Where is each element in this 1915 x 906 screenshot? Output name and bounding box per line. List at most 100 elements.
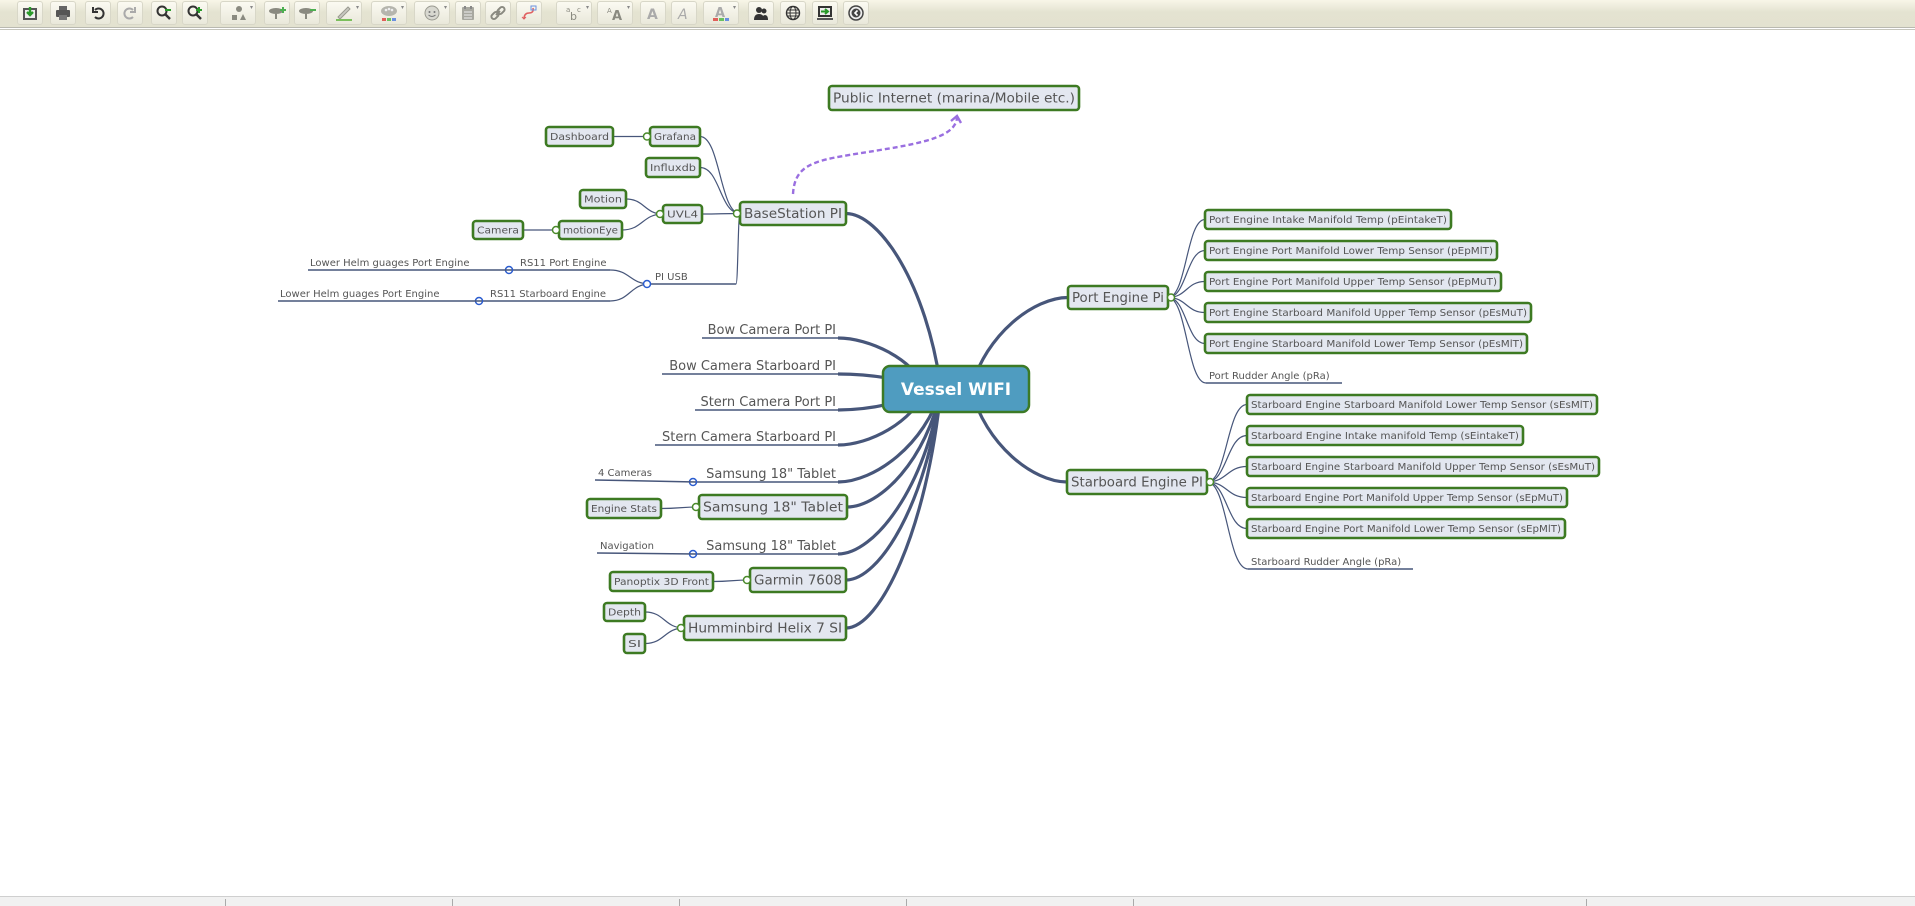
redo-button[interactable] bbox=[117, 1, 143, 25]
dropdown-arrow-icon[interactable]: ▾ bbox=[444, 4, 447, 11]
topic-si[interactable]: SI bbox=[622, 632, 647, 655]
mindmap-svg: Vessel WIFI BaseStation PI Public Internet… bbox=[278, 84, 1601, 655]
topic-bow-cam-port[interactable]: Bow Camera Port PI bbox=[702, 323, 838, 339]
print-button[interactable] bbox=[50, 1, 76, 25]
bold-button[interactable]: A bbox=[640, 1, 666, 25]
zoom-in-icon bbox=[187, 5, 203, 21]
topic-stern-cam-port[interactable]: Stern Camera Port PI bbox=[695, 395, 838, 411]
font-family-button[interactable]: a b c ▾ bbox=[556, 1, 592, 25]
topic-uvl4[interactable]: UVL4 bbox=[661, 203, 704, 225]
topic-pi-usb[interactable]: PI USB bbox=[650, 272, 736, 285]
history-button[interactable] bbox=[812, 1, 838, 25]
relationship-line[interactable] bbox=[791, 117, 959, 195]
icon-picker-button[interactable]: ▾ bbox=[414, 1, 450, 25]
collapse-handle-icon[interactable] bbox=[642, 132, 652, 141]
dropdown-arrow-icon[interactable]: ▾ bbox=[586, 4, 589, 11]
collapse-handle-icon[interactable] bbox=[1205, 477, 1215, 487]
topic-rs11-stbd[interactable]: RS11 Starboard Engine bbox=[482, 289, 610, 302]
topic-port-engine[interactable]: Port Engine Pi bbox=[1066, 284, 1170, 311]
delete-topic-button[interactable] bbox=[294, 1, 320, 25]
topic-grafana[interactable]: Grafana bbox=[648, 125, 702, 148]
collapse-handle-icon[interactable] bbox=[732, 209, 742, 218]
dropdown-arrow-icon[interactable]: ▾ bbox=[250, 4, 253, 11]
topic-se-intake[interactable]: Starboard Engine Intake manifold Temp (s… bbox=[1245, 424, 1525, 447]
undo-button[interactable] bbox=[85, 1, 111, 25]
topic-pe-smu[interactable]: Port Engine Starboard Manifold Upper Tem… bbox=[1203, 301, 1533, 324]
topic-se-smu[interactable]: Starboard Engine Starboard Manifold Uppe… bbox=[1245, 455, 1601, 478]
topic-engine-stats[interactable]: Engine Stats bbox=[585, 497, 663, 520]
smiley-icon bbox=[423, 5, 441, 21]
topic-tablet-1[interactable]: Samsung 18" Tablet bbox=[696, 467, 838, 483]
topic-pe-intake[interactable]: Port Engine Intake Manifold Temp (pEinta… bbox=[1203, 208, 1453, 231]
topic-navigation[interactable]: Navigation bbox=[596, 541, 697, 555]
font-size-button[interactable]: A A ▾ bbox=[597, 1, 633, 25]
back-button[interactable] bbox=[843, 1, 869, 25]
dropdown-arrow-icon[interactable]: ▾ bbox=[733, 4, 736, 11]
topic-se-pmu[interactable]: Starboard Engine Port Manifold Upper Tem… bbox=[1245, 486, 1569, 509]
topic-se-sml[interactable]: Starboard Engine Starboard Manifold Lowe… bbox=[1245, 393, 1599, 416]
topic-label: SI bbox=[628, 639, 641, 650]
topic-public-internet[interactable]: Public Internet (marina/Mobile etc.) bbox=[827, 84, 1081, 112]
topic-pe-rudder[interactable]: Port Rudder Angle (pRa) bbox=[1206, 371, 1342, 384]
topic-pe-pml[interactable]: Port Engine Port Manifold Lower Temp Sen… bbox=[1203, 239, 1499, 262]
central-topic[interactable]: Vessel WIFI bbox=[881, 364, 1031, 414]
publish-button[interactable] bbox=[780, 1, 806, 25]
topic-camera[interactable]: Camera bbox=[471, 219, 525, 241]
topic-label: BaseStation PI bbox=[744, 207, 842, 222]
collapse-handle-icon[interactable] bbox=[655, 209, 665, 219]
topic-rs11-port[interactable]: RS11 Port Engine bbox=[512, 258, 610, 271]
dropdown-arrow-icon[interactable]: ▾ bbox=[627, 4, 630, 11]
mindmap-canvas[interactable]: Vessel WIFI BaseStation PI Public Internet… bbox=[0, 30, 1915, 896]
topic-tablet-3[interactable]: Samsung 18" Tablet bbox=[696, 539, 838, 555]
topic-basestation[interactable]: BaseStation PI bbox=[738, 200, 848, 227]
topic-humminbird[interactable]: Humminbird Helix 7 SI bbox=[682, 614, 848, 642]
background-color-button[interactable]: ▾ bbox=[371, 1, 407, 25]
note-button[interactable] bbox=[455, 1, 481, 25]
topic-motion[interactable]: Motion bbox=[578, 188, 628, 210]
topic-influxdb[interactable]: Influxdb bbox=[644, 156, 702, 179]
topic-label: Port Engine Port Manifold Upper Temp Sen… bbox=[1209, 277, 1497, 288]
svg-text:A: A bbox=[677, 7, 688, 21]
topic-lower-helm-1[interactable]: Lower Helm guages Port Engine bbox=[308, 258, 512, 271]
topic-bow-cam-stbd[interactable]: Bow Camera Starboard PI bbox=[662, 359, 838, 375]
topic-tablet-2[interactable]: Samsung 18" Tablet bbox=[697, 493, 849, 521]
topic-pe-sml[interactable]: Port Engine Starboard Manifold Lower Tem… bbox=[1203, 332, 1529, 355]
topic-label: Port Engine Port Manifold Lower Temp Sen… bbox=[1209, 246, 1493, 257]
topic-garmin[interactable]: Garmin 7608 bbox=[748, 566, 848, 594]
collapse-handle-icon[interactable] bbox=[676, 623, 686, 633]
export-button[interactable] bbox=[17, 1, 43, 25]
topic-panoptix[interactable]: Panoptix 3D Front bbox=[608, 570, 715, 593]
topic-lower-helm-2[interactable]: Lower Helm guages Port Engine bbox=[278, 289, 482, 302]
dropdown-arrow-icon[interactable]: ▾ bbox=[401, 4, 404, 11]
topic-se-pml[interactable]: Starboard Engine Port Manifold Lower Tem… bbox=[1245, 517, 1567, 540]
border-color-button[interactable]: ▾ bbox=[326, 1, 362, 25]
topic-label: Starboard Engine PI bbox=[1071, 476, 1203, 491]
topic-stbd-engine[interactable]: Starboard Engine PI bbox=[1065, 468, 1209, 496]
collapse-handle-icon[interactable] bbox=[691, 502, 701, 512]
topic-se-rudder[interactable]: Starboard Rudder Angle (pRa) bbox=[1248, 557, 1413, 570]
collapse-handle-icon[interactable] bbox=[1166, 293, 1176, 302]
share-button[interactable] bbox=[748, 1, 774, 25]
collapse-handle-icon[interactable] bbox=[642, 279, 652, 289]
dropdown-arrow-icon[interactable]: ▾ bbox=[356, 4, 359, 11]
topics: Vessel WIFI BaseStation PI Public Internet… bbox=[278, 84, 1601, 655]
topic-label: Panoptix 3D Front bbox=[614, 577, 709, 588]
relationship-button[interactable] bbox=[516, 1, 542, 25]
zoom-out-button[interactable] bbox=[151, 1, 177, 25]
add-topic-button[interactable] bbox=[264, 1, 290, 25]
zoom-in-button[interactable] bbox=[182, 1, 208, 25]
italic-button[interactable]: A bbox=[671, 1, 697, 25]
font-color-button[interactable]: A ▾ bbox=[703, 1, 739, 25]
topic-stern-cam-stbd[interactable]: Stern Camera Starboard PI bbox=[655, 430, 838, 446]
topic-label: Starboard Engine Port Manifold Upper Tem… bbox=[1251, 493, 1563, 504]
topic-label: Lower Helm guages Port Engine bbox=[280, 289, 439, 300]
topic-shape-button[interactable]: ▾ bbox=[220, 1, 256, 25]
topic-motioneye[interactable]: motionEye bbox=[557, 219, 624, 241]
link-button[interactable] bbox=[485, 1, 511, 25]
topic-four-cameras[interactable]: 4 Cameras bbox=[594, 468, 697, 483]
topic-pe-pmu[interactable]: Port Engine Port Manifold Upper Temp Sen… bbox=[1203, 270, 1503, 293]
collapse-handle-icon[interactable] bbox=[551, 225, 561, 235]
topic-depth[interactable]: Depth bbox=[602, 601, 647, 623]
topic-dashboard[interactable]: Dashboard bbox=[544, 125, 615, 148]
collapse-handle-icon[interactable] bbox=[742, 575, 752, 585]
